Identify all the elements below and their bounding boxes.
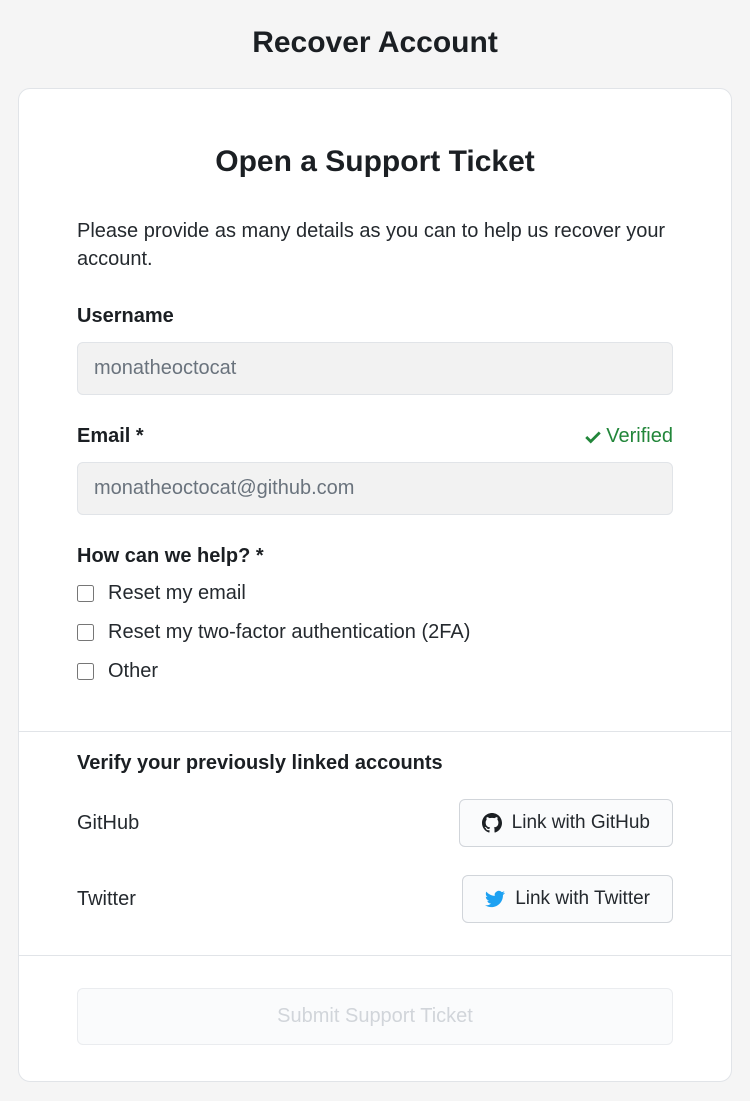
email-label: Email * (77, 425, 144, 448)
username-field-group: Username (77, 305, 673, 395)
check-icon (584, 428, 602, 446)
help-option-reset-email[interactable]: Reset my email (77, 582, 673, 605)
email-input[interactable] (77, 462, 673, 515)
linked-accounts-title: Verify your previously linked accounts (77, 752, 673, 775)
intro-text: Please provide as many details as you ca… (77, 217, 673, 273)
email-field-group: Email * Verified (77, 425, 673, 515)
card-title: Open a Support Ticket (77, 145, 673, 179)
checkbox-reset-2fa[interactable] (77, 624, 94, 641)
linked-label-twitter: Twitter (77, 888, 136, 911)
linked-row-twitter: Twitter Link with Twitter (77, 875, 673, 923)
submit-section: Submit Support Ticket (19, 956, 731, 1081)
linked-accounts-section: Verify your previously linked accounts G… (19, 732, 731, 955)
checkbox-label-other: Other (108, 660, 158, 683)
link-twitter-button[interactable]: Link with Twitter (462, 875, 673, 923)
help-option-other[interactable]: Other (77, 660, 673, 683)
checkbox-reset-email[interactable] (77, 585, 94, 602)
submit-button[interactable]: Submit Support Ticket (77, 988, 673, 1045)
username-label: Username (77, 305, 174, 328)
linked-row-github: GitHub Link with GitHub (77, 799, 673, 847)
verified-text: Verified (606, 425, 673, 448)
linked-label-github: GitHub (77, 812, 139, 835)
github-icon (482, 813, 502, 833)
page-title: Recover Account (0, 0, 750, 88)
help-option-reset-2fa[interactable]: Reset my two-factor authentication (2FA) (77, 621, 673, 644)
link-github-button[interactable]: Link with GitHub (459, 799, 673, 847)
checkbox-label-reset-2fa: Reset my two-factor authentication (2FA) (108, 621, 470, 644)
help-label: How can we help? * (77, 545, 673, 568)
username-input[interactable] (77, 342, 673, 395)
support-ticket-card: Open a Support Ticket Please provide as … (18, 88, 732, 1082)
checkbox-label-reset-email: Reset my email (108, 582, 246, 605)
link-github-button-label: Link with GitHub (512, 812, 650, 834)
twitter-icon (485, 889, 505, 909)
help-section: How can we help? * Reset my email Reset … (77, 545, 673, 683)
checkbox-other[interactable] (77, 663, 94, 680)
verified-badge: Verified (584, 425, 673, 448)
link-twitter-button-label: Link with Twitter (515, 888, 650, 910)
